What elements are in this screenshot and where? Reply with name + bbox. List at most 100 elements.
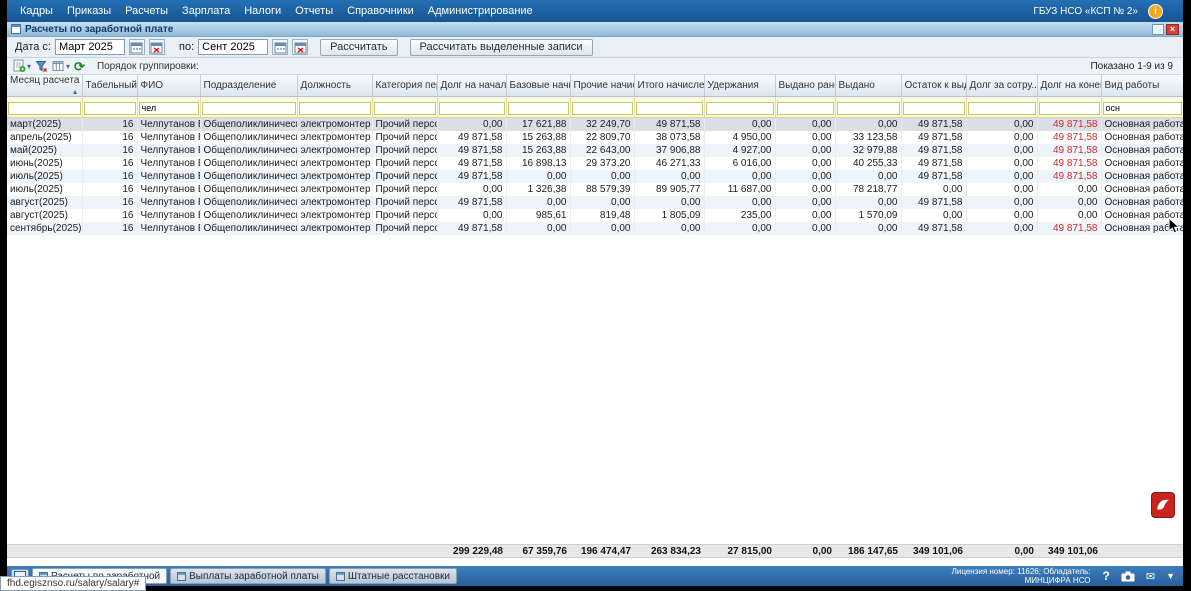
cell: март(2025) <box>7 117 83 131</box>
column-header-13[interactable]: Остаток к выд... <box>901 75 967 97</box>
cell: 16 <box>82 117 138 131</box>
dropdown-icon: ▾ <box>66 61 71 71</box>
cell: 29 373,20 <box>570 156 635 170</box>
cell: 0,00 <box>901 208 967 222</box>
column-header-9[interactable]: Итого начисле... <box>634 75 705 97</box>
filter-input-5[interactable] <box>373 101 436 115</box>
date-to-calendar-icon[interactable] <box>272 39 289 55</box>
column-header-1[interactable]: Табельный но... <box>82 75 138 97</box>
menu-item-5[interactable]: Отчеты <box>288 2 340 20</box>
filter-input-8[interactable] <box>571 101 633 115</box>
table-row[interactable]: июль(2025)16Челпутанов Евге...Общеполикл… <box>7 182 1183 196</box>
column-header-6[interactable]: Долг на начал... <box>437 75 507 97</box>
column-header-10[interactable]: Удержания <box>704 75 776 97</box>
menu-item-4[interactable]: Налоги <box>237 2 288 20</box>
info-icon[interactable]: i <box>1148 3 1163 19</box>
column-header-5[interactable]: Категория пер... <box>372 75 438 97</box>
filter-input-13[interactable] <box>902 101 965 115</box>
filter-input-9[interactable] <box>635 101 703 115</box>
table-row[interactable]: август(2025)16Челпутанов Евге...Общеполи… <box>7 208 1183 222</box>
filter-input-10[interactable] <box>705 101 774 115</box>
filter-icon[interactable] <box>35 59 48 74</box>
tab-label: Штатные расстановки <box>347 570 450 582</box>
cell: 15 263,88 <box>506 143 571 157</box>
cell: 0,00 <box>1037 182 1102 196</box>
cell: 49 871,58 <box>901 156 967 170</box>
mail-icon[interactable]: ✉ <box>1146 570 1155 583</box>
date-from-label: Дата с: <box>15 41 51 53</box>
filter-input-14[interactable] <box>967 101 1036 115</box>
support-widget-button[interactable] <box>1151 492 1175 518</box>
table-row[interactable]: сентябрь(2025)16Челпутанов Евге...Общепо… <box>7 221 1183 235</box>
cell: 0,00 <box>506 195 571 209</box>
cell: 0,00 <box>437 117 507 131</box>
filter-input-16[interactable] <box>1102 101 1182 115</box>
table-row[interactable]: июнь(2025)16Челпутанов Евге...Общеполикл… <box>7 156 1183 170</box>
cell: 16 <box>82 169 138 183</box>
taskbar-tab-1[interactable]: Выплаты заработной платы <box>170 568 326 584</box>
column-header-16[interactable]: Вид работы <box>1101 75 1183 97</box>
filter-input-3[interactable] <box>201 101 296 115</box>
columns-menu-icon[interactable]: ▾ <box>52 59 70 74</box>
window-close-button[interactable]: × <box>1166 23 1179 35</box>
date-from-calendar-icon[interactable] <box>128 39 145 55</box>
table-row[interactable]: март(2025)16Челпутанов Евге...Общеполикл… <box>7 117 1183 131</box>
filter-input-11[interactable] <box>776 101 834 115</box>
menu-item-2[interactable]: Расчеты <box>118 2 175 20</box>
total-cell: 0,00 <box>1014 545 1034 557</box>
taskbar-tab-2[interactable]: Штатные расстановки <box>328 568 457 584</box>
date-to-input[interactable] <box>198 39 269 55</box>
filter-input-4[interactable] <box>298 101 371 115</box>
cell: Челпутанов Евге... <box>137 156 201 170</box>
column-header-3[interactable]: Подразделение <box>200 75 298 97</box>
cell: 0,00 <box>704 221 776 235</box>
column-header-8[interactable]: Прочие начис... <box>570 75 635 97</box>
cell: июль(2025) <box>7 169 83 183</box>
column-header-12[interactable]: Выдано <box>835 75 902 97</box>
column-header-0[interactable]: Месяц расчета ▲ <box>7 75 83 97</box>
column-header-4[interactable]: Должность <box>297 75 373 97</box>
filter-input-1[interactable] <box>83 101 136 115</box>
calculate-selected-button[interactable]: Рассчитать выделенные записи <box>409 38 593 56</box>
table-row[interactable]: июль(2025)16Челпутанов Евге...Общеполикл… <box>7 169 1183 183</box>
table-row[interactable]: май(2025)16Челпутанов Евге...Общеполикли… <box>7 143 1183 157</box>
date-from-input[interactable] <box>54 39 125 55</box>
window-controls: × <box>1152 23 1179 35</box>
add-record-menu-icon[interactable]: ▾ <box>13 59 31 74</box>
menu-item-6[interactable]: Справочники <box>340 2 421 20</box>
total-cell: 67 359,76 <box>522 545 568 557</box>
filter-input-7[interactable] <box>507 101 569 115</box>
window-restore-button[interactable] <box>1152 23 1164 35</box>
help-icon[interactable]: ? <box>1103 569 1110 583</box>
cell: 49 871,58 <box>1037 117 1102 131</box>
filter-input-15[interactable] <box>1038 101 1100 115</box>
date-to-clear-icon[interactable] <box>292 39 309 55</box>
menu-item-0[interactable]: Кадры <box>13 2 60 20</box>
column-header-7[interactable]: Базовые начис... <box>506 75 571 97</box>
filter-input-2[interactable] <box>138 101 199 115</box>
menu-item-1[interactable]: Приказы <box>60 2 118 20</box>
cell: 46 271,33 <box>634 156 705 170</box>
cell: 819,48 <box>570 208 635 222</box>
column-header-2[interactable]: ФИО <box>137 75 201 97</box>
refresh-icon[interactable]: ⟳ <box>74 59 85 74</box>
cell: 78 218,77 <box>835 182 902 196</box>
column-header-11[interactable]: Выдано ранее <box>775 75 836 97</box>
filter-input-6[interactable] <box>438 101 505 115</box>
cell: 0,00 <box>704 117 776 131</box>
total-cell: 186 147,65 <box>847 545 898 557</box>
calculate-button[interactable]: Рассчитать <box>320 38 398 56</box>
cell: Основная работа <box>1101 117 1183 131</box>
date-from-clear-icon[interactable] <box>148 39 165 55</box>
filter-input-12[interactable] <box>836 101 900 115</box>
collapse-icon[interactable]: ▼ <box>1166 571 1175 581</box>
camera-icon[interactable] <box>1121 571 1135 582</box>
table-row[interactable]: август(2025)16Челпутанов Евге...Общеполи… <box>7 195 1183 209</box>
filter-input-0[interactable] <box>8 101 81 115</box>
column-header-14[interactable]: Долг за сотру... <box>966 75 1038 97</box>
cell: 0,00 <box>775 221 836 235</box>
column-header-15[interactable]: Долг на конец... <box>1037 75 1102 97</box>
menu-item-3[interactable]: Зарплата <box>175 2 237 20</box>
menu-item-7[interactable]: Администрирование <box>421 2 540 20</box>
table-row[interactable]: апрель(2025)16Челпутанов Евге...Общеполи… <box>7 130 1183 144</box>
